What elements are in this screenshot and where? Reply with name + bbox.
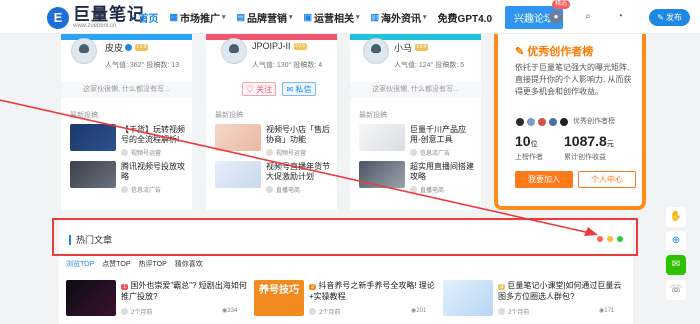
arrow-line bbox=[0, 99, 591, 234]
arrow-head bbox=[584, 227, 598, 236]
annotation-arrow bbox=[0, 99, 598, 236]
